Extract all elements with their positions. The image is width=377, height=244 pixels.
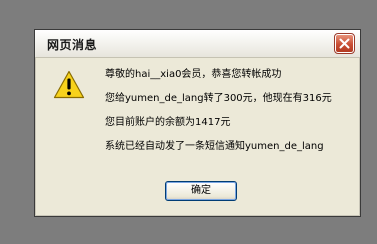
dialog-titlebar[interactable]: 网页消息 xyxy=(35,30,360,58)
message-line-transfer: 您给yumen_de_lang转了300元，他现在有316元 xyxy=(105,93,332,104)
warning-icon xyxy=(53,70,85,99)
dialog-title: 网页消息 xyxy=(47,38,98,52)
close-icon xyxy=(339,38,350,49)
message-line-greeting: 尊敬的hai__xia0会员，恭喜您转帐成功 xyxy=(105,69,282,80)
ok-button[interactable]: 确定 xyxy=(165,181,237,201)
message-body: 尊敬的hai__xia0会员，恭喜您转帐成功 您给yumen_de_lang转了… xyxy=(105,68,355,164)
message-line-balance: 您目前账户的余额为1417元 xyxy=(105,117,231,128)
message-line-sms: 系统已经自动发了一条短信通知yumen_de_lang xyxy=(105,141,324,152)
close-button[interactable] xyxy=(334,33,355,54)
message-dialog: 网页消息 尊敬的hai__xia0会员，恭喜您转帐成功 您给yumen_de_l… xyxy=(34,29,361,217)
